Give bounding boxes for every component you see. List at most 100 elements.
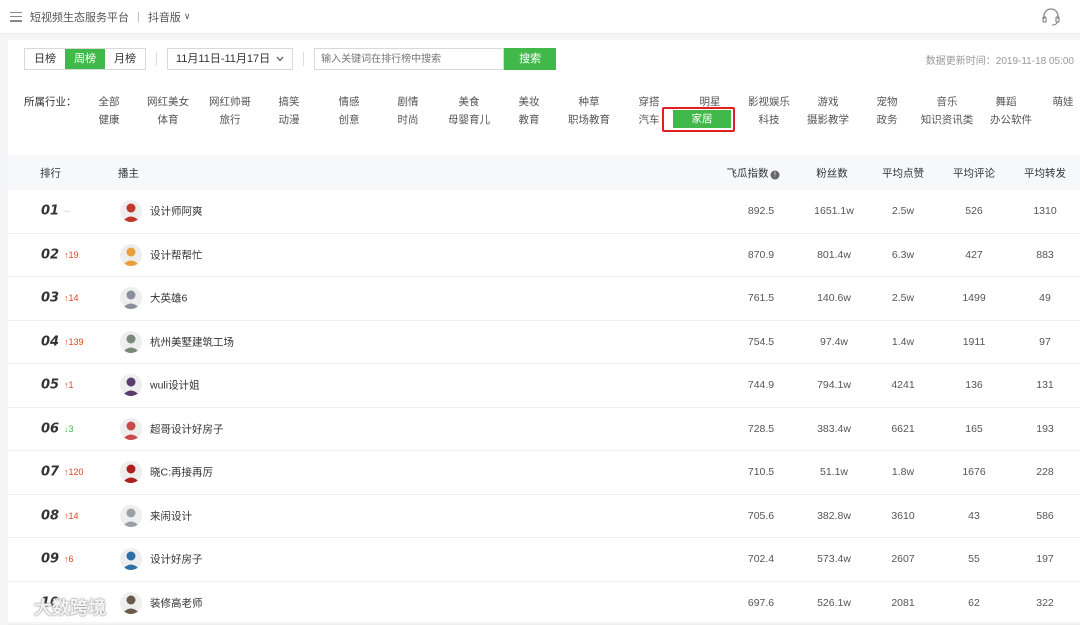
industry-item[interactable]: 网红帅哥 xyxy=(209,94,251,109)
edition-dropdown[interactable]: 抖音版 ∨ xyxy=(148,9,191,25)
avatar[interactable] xyxy=(120,374,142,396)
industry-item[interactable]: 宠物 xyxy=(877,94,898,109)
tab-daily[interactable]: 日榜 xyxy=(25,49,65,69)
menu-icon[interactable] xyxy=(10,12,22,22)
headset-icon[interactable] xyxy=(1040,6,1062,28)
industry-item[interactable]: 萌娃 xyxy=(1053,94,1074,109)
avg-comments: 1499 xyxy=(962,292,985,304)
industry-item[interactable]: 科技 xyxy=(759,112,780,127)
industry-item[interactable]: 美食 xyxy=(459,94,480,109)
industry-item[interactable]: 情感 xyxy=(339,94,360,109)
table-body: 01 -- 设计师阿爽 892.5 1651.1w 2.5w 526 1310 … xyxy=(8,190,1080,625)
industry-item[interactable]: 知识资讯类 xyxy=(921,112,974,127)
feigua-index: 697.6 xyxy=(748,597,774,609)
avg-likes: 4241 xyxy=(891,379,914,391)
avg-shares: 1310 xyxy=(1033,205,1056,217)
avatar[interactable] xyxy=(120,244,142,266)
search-input[interactable] xyxy=(314,48,504,70)
host-name[interactable]: 杭州美墅建筑工场 xyxy=(150,334,234,349)
avatar[interactable] xyxy=(120,200,142,222)
host-name[interactable]: 晓C:再接再厉 xyxy=(150,465,213,480)
rank-change: ↓3 xyxy=(64,424,74,434)
industry-item[interactable]: 音乐 xyxy=(937,94,958,109)
tab-monthly[interactable]: 月榜 xyxy=(105,49,145,69)
info-icon[interactable]: ! xyxy=(771,170,780,179)
industry-item[interactable]: 汽车 xyxy=(639,112,660,127)
host-name[interactable]: 设计好房子 xyxy=(150,552,203,567)
industry-filter: 所属行业： 全部网红美女网红帅哥搞笑情感剧情美食美妆种草穿搭明星影视娱乐游戏宠物… xyxy=(8,94,1080,134)
table-row[interactable]: 07 ↑120 晓C:再接再厉 710.5 51.1w 1.8w 1676 22… xyxy=(8,451,1080,495)
table-row[interactable]: 04 ↑139 杭州美墅建筑工场 754.5 97.4w 1.4w 1911 9… xyxy=(8,321,1080,365)
industry-item[interactable]: 种草 xyxy=(579,94,600,109)
feigua-index: 761.5 xyxy=(748,292,774,304)
industry-item[interactable]: 旅行 xyxy=(220,112,241,127)
host-name[interactable]: 装修高老师 xyxy=(150,595,203,610)
header-fans[interactable]: 粉丝数 xyxy=(816,165,848,180)
avg-likes: 3610 xyxy=(891,510,914,522)
host-name[interactable]: 设计帮帮忙 xyxy=(150,247,203,262)
host-name[interactable]: wuli设计姐 xyxy=(150,378,200,393)
table-row[interactable]: 05 ↑1 wuli设计姐 744.9 794.1w 4241 136 131 xyxy=(8,364,1080,408)
industry-item[interactable]: 全部 xyxy=(99,94,120,109)
avatar[interactable] xyxy=(120,461,142,483)
tab-weekly[interactable]: 周榜 xyxy=(65,49,105,69)
avatar[interactable] xyxy=(120,331,142,353)
rank-number: 01 xyxy=(41,204,59,219)
fans-count: 51.1w xyxy=(820,466,848,478)
rank-number: 03 xyxy=(41,291,59,306)
avg-comments: 43 xyxy=(968,510,980,522)
host-name[interactable]: 大英雄6 xyxy=(150,291,187,306)
watermark-logo-icon xyxy=(8,598,30,616)
header-shares[interactable]: 平均转发 xyxy=(1024,165,1066,180)
industry-item[interactable]: 游戏 xyxy=(818,94,839,109)
host-name[interactable]: 来闹设计 xyxy=(150,508,192,523)
avatar[interactable] xyxy=(120,287,142,309)
table-row[interactable]: 10 装修高老师 697.6 526.1w 2081 62 322 xyxy=(8,582,1080,625)
table-row[interactable]: 01 -- 设计师阿爽 892.5 1651.1w 2.5w 526 1310 xyxy=(8,190,1080,234)
industry-item[interactable]: 职场教育 xyxy=(568,112,610,127)
avatar[interactable] xyxy=(120,592,142,614)
header-rank: 排行 xyxy=(40,165,61,180)
industry-item[interactable]: 美妆 xyxy=(519,94,540,109)
avg-likes: 6621 xyxy=(891,423,914,435)
avg-comments: 1911 xyxy=(963,336,986,348)
avatar[interactable] xyxy=(120,418,142,440)
industry-item[interactable]: 舞蹈 xyxy=(996,94,1017,109)
top-bar: 短视频生态服务平台 | 抖音版 ∨ xyxy=(0,0,1080,34)
industry-item[interactable]: 创意 xyxy=(339,112,360,127)
industry-item[interactable]: 体育 xyxy=(158,112,179,127)
industry-item[interactable]: 时尚 xyxy=(398,112,419,127)
ranking-table: 排行 播主 飞瓜指数! 粉丝数 平均点赞 平均评论 平均转发 01 -- 设计师… xyxy=(8,155,1080,625)
fans-count: 1651.1w xyxy=(814,205,854,217)
date-range-select[interactable]: 11月11日-11月17日 xyxy=(167,48,293,70)
fans-count: 526.1w xyxy=(817,597,851,609)
industry-item[interactable]: 穿搭 xyxy=(639,94,660,109)
table-row[interactable]: 06 ↓3 超哥设计好房子 728.5 383.4w 6621 165 193 xyxy=(8,408,1080,452)
industry-item[interactable]: 影视娱乐 xyxy=(748,94,790,109)
host-name[interactable]: 设计师阿爽 xyxy=(150,204,203,219)
platform-title: 短视频生态服务平台 xyxy=(30,9,129,25)
table-row[interactable]: 09 ↑6 设计好房子 702.4 573.4w 2607 55 197 xyxy=(8,538,1080,582)
avatar[interactable] xyxy=(120,505,142,527)
industry-item[interactable]: 网红美女 xyxy=(147,94,189,109)
search-button[interactable]: 搜索 xyxy=(504,48,556,70)
table-row[interactable]: 08 ↑14 来闹设计 705.6 382.8w 3610 43 586 xyxy=(8,495,1080,539)
industry-item[interactable]: 健康 xyxy=(99,112,120,127)
industry-item[interactable]: 剧情 xyxy=(398,94,419,109)
header-likes[interactable]: 平均点赞 xyxy=(882,165,924,180)
industry-item[interactable]: 办公软件 xyxy=(990,112,1032,127)
header-host: 播主 xyxy=(118,165,139,180)
avg-shares: 883 xyxy=(1036,249,1054,261)
industry-item[interactable]: 搞笑 xyxy=(279,94,300,109)
industry-item[interactable]: 摄影教学 xyxy=(807,112,849,127)
industry-item[interactable]: 教育 xyxy=(519,112,540,127)
industry-item[interactable]: 动漫 xyxy=(279,112,300,127)
table-row[interactable]: 03 ↑14 大英雄6 761.5 140.6w 2.5w 1499 49 xyxy=(8,277,1080,321)
industry-item[interactable]: 母婴育儿 xyxy=(448,112,490,127)
header-comments[interactable]: 平均评论 xyxy=(953,165,995,180)
avatar[interactable] xyxy=(120,548,142,570)
industry-item[interactable]: 政务 xyxy=(877,112,898,127)
avg-shares: 193 xyxy=(1036,423,1054,435)
host-name[interactable]: 超哥设计好房子 xyxy=(150,421,224,436)
table-row[interactable]: 02 ↑19 设计帮帮忙 870.9 801.4w 6.3w 427 883 xyxy=(8,234,1080,278)
